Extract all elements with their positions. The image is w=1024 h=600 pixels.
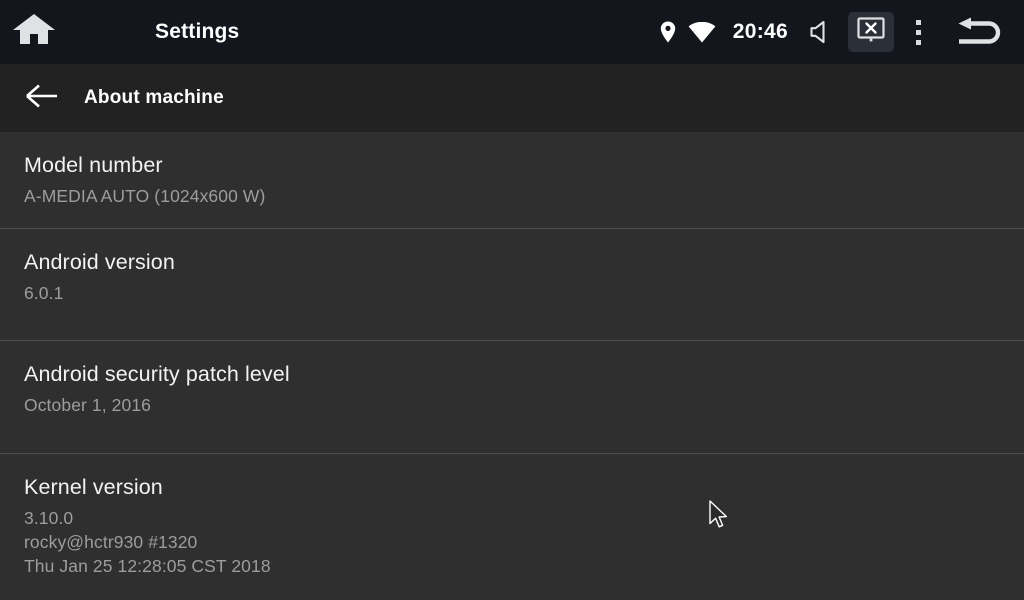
page-title: About machine xyxy=(84,87,224,108)
screen-off-button[interactable] xyxy=(848,12,894,52)
list-item-title: Model number xyxy=(24,153,163,177)
list-item-value-line: 3.10.0 xyxy=(24,508,74,528)
list-item-title: Kernel version xyxy=(24,475,163,499)
status-bar: Settings 20:46 xyxy=(0,0,1024,64)
list-item[interactable]: Model number A-MEDIA AUTO (1024x600 W) xyxy=(0,132,1024,228)
overflow-dot xyxy=(915,39,921,45)
overflow-menu-icon[interactable] xyxy=(898,0,938,64)
about-machine-list: Model number A-MEDIA AUTO (1024x600 W) A… xyxy=(0,132,1024,600)
home-icon xyxy=(11,11,57,54)
list-item-value-block: 3.10.0 rocky@hctr930 #1320 Thu Jan 25 12… xyxy=(24,506,1000,578)
app-title: Settings xyxy=(155,20,240,43)
device-screen: Settings 20:46 About machine Model numbe… xyxy=(0,0,1024,600)
arrow-left-icon xyxy=(25,83,59,114)
location-pin-icon[interactable] xyxy=(653,0,683,64)
list-item-value: 6.0.1 xyxy=(24,283,64,303)
volume-mute-icon[interactable] xyxy=(800,0,844,64)
list-item-title: Android security patch level xyxy=(24,362,290,386)
status-icons-group: 20:46 xyxy=(653,0,1024,64)
back-button[interactable] xyxy=(0,64,84,132)
list-item-value: October 1, 2016 xyxy=(24,395,151,415)
list-item-value: A-MEDIA AUTO (1024x600 W) xyxy=(24,186,266,206)
list-item[interactable]: Kernel version 3.10.0 rocky@hctr930 #132… xyxy=(0,454,1024,599)
overflow-dot xyxy=(915,19,921,25)
list-item[interactable]: Android version 6.0.1 xyxy=(0,229,1024,340)
action-bar: About machine xyxy=(0,64,1024,132)
list-item-value-line: Thu Jan 25 12:28:05 CST 2018 xyxy=(24,556,271,576)
back-undo-icon[interactable] xyxy=(938,0,1024,64)
list-item-title: Android version xyxy=(24,250,175,274)
screen-off-icon xyxy=(857,16,885,48)
home-button[interactable] xyxy=(0,0,68,64)
list-item-value-line: rocky@hctr930 #1320 xyxy=(24,532,198,552)
overflow-dot xyxy=(915,29,921,35)
wifi-icon[interactable] xyxy=(683,0,721,64)
list-item[interactable]: Android security patch level October 1, … xyxy=(0,341,1024,453)
status-clock: 20:46 xyxy=(732,20,788,43)
